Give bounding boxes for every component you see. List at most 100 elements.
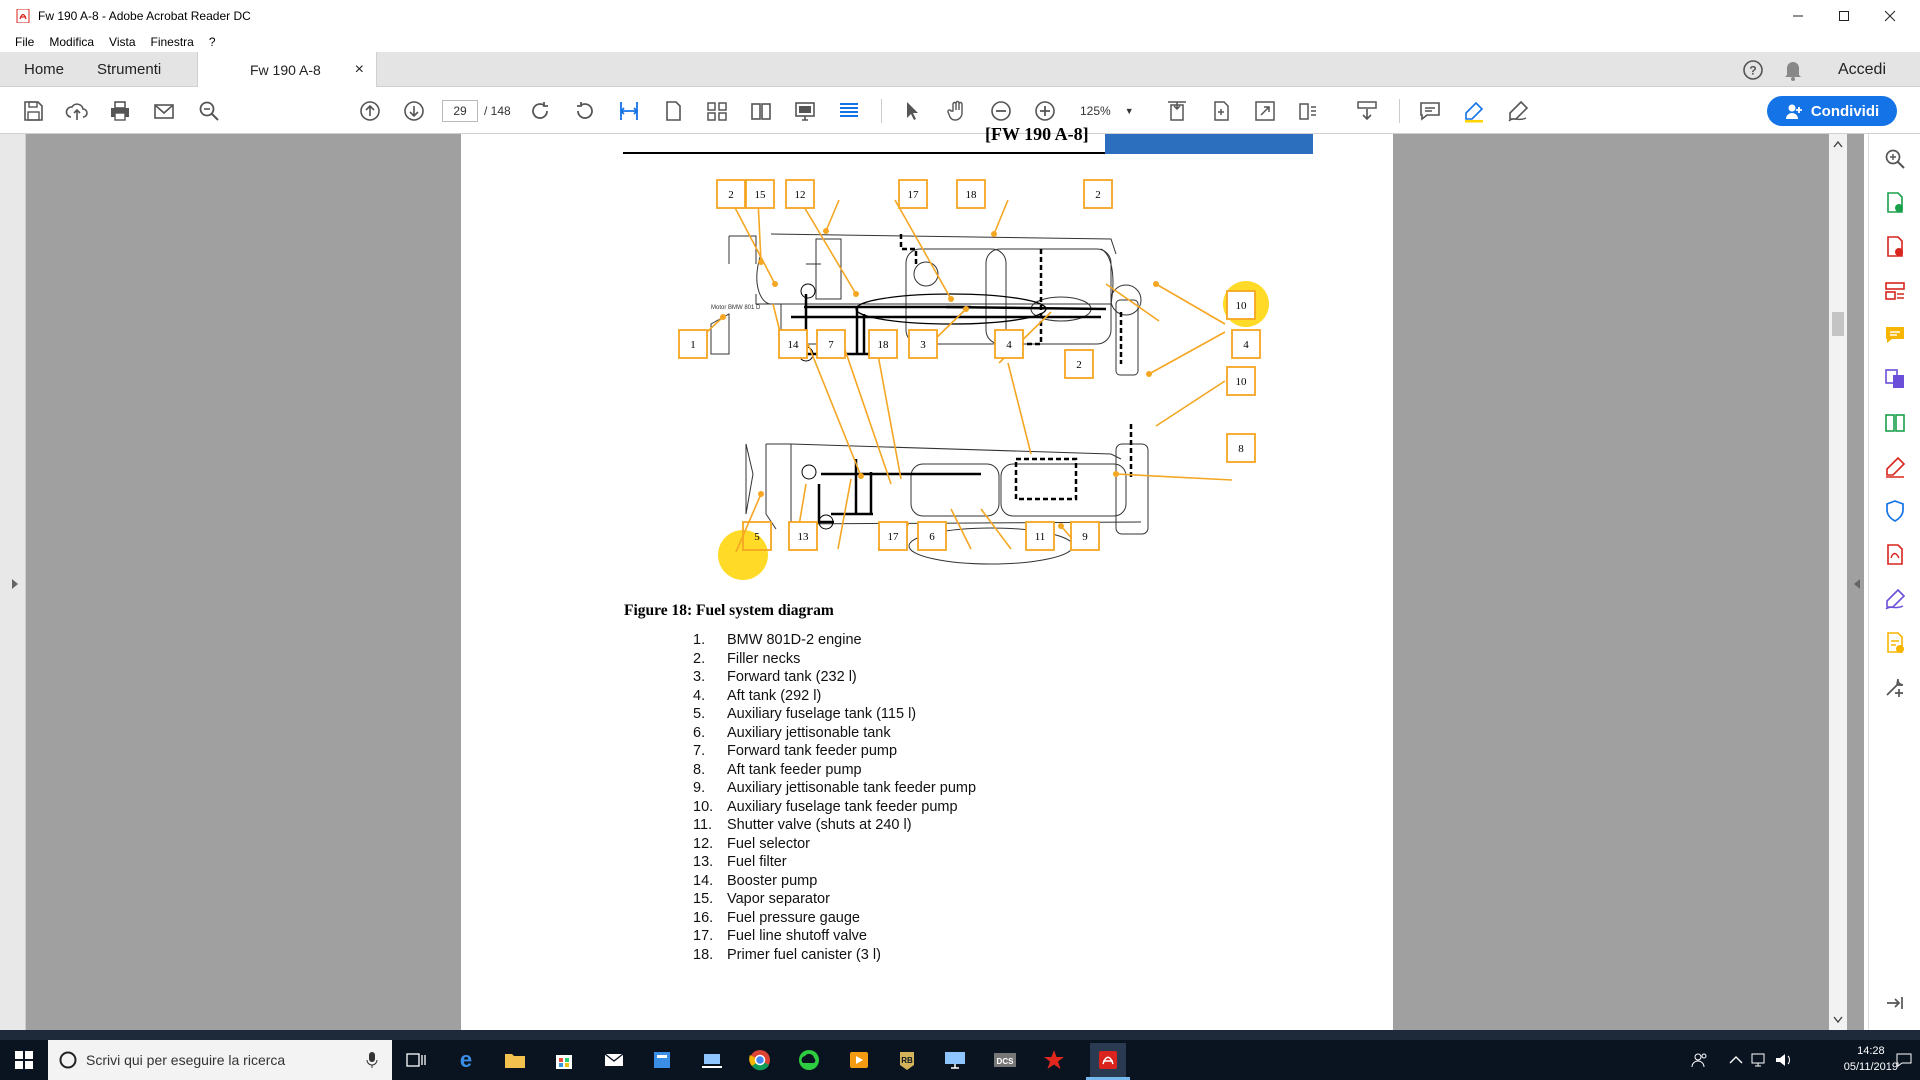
print-icon[interactable] <box>106 97 134 125</box>
cortana-circle-icon <box>59 1051 77 1069</box>
fit-page-icon[interactable] <box>1163 97 1191 125</box>
email-icon[interactable] <box>150 97 178 125</box>
game-app-icon[interactable]: RB <box>893 1046 921 1074</box>
list-item: 12. Fuel selector <box>693 835 811 852</box>
tab-document[interactable]: Fw 190 A-8 × <box>197 52 377 88</box>
notification-bell-icon[interactable] <box>1781 58 1805 82</box>
sign-in-link[interactable]: Accedi <box>1838 52 1886 87</box>
scrollbar-thumb[interactable] <box>1832 312 1844 336</box>
zoom-in-icon[interactable] <box>1031 97 1059 125</box>
two-page-view-icon[interactable] <box>747 97 775 125</box>
scroll-up-icon[interactable] <box>1833 140 1843 148</box>
tab-close-icon[interactable]: × <box>355 61 364 79</box>
close-window-button[interactable] <box>1862 0 1918 31</box>
store-icon[interactable] <box>550 1046 578 1074</box>
combine-files-icon[interactable] <box>1881 365 1909 393</box>
calculator-icon[interactable] <box>648 1046 676 1074</box>
zoom-out-icon[interactable] <box>987 97 1015 125</box>
vertical-scrollbar[interactable] <box>1829 134 1847 1030</box>
tab-home[interactable]: Home <box>24 52 64 87</box>
toolbar: 29 / 148 125% ▼ Condividi <box>0 87 1920 134</box>
left-panel-toggle-strip[interactable] <box>0 134 26 1030</box>
menu-bar: File Modifica Vista Finestra ? <box>0 31 1920 52</box>
reading-mode-icon[interactable] <box>835 97 863 125</box>
menu-vista[interactable]: Vista <box>109 35 135 49</box>
single-page-icon[interactable] <box>659 97 687 125</box>
page-number-input[interactable]: 29 <box>442 100 478 122</box>
share-button[interactable]: Condividi <box>1767 96 1897 126</box>
pdf-file-icon[interactable] <box>1881 541 1909 569</box>
find-zoom-icon[interactable] <box>195 97 223 125</box>
windows-start-icon[interactable] <box>10 1046 38 1074</box>
expand-left-panel-icon[interactable] <box>10 578 20 590</box>
notification-center-icon[interactable] <box>1890 1046 1918 1074</box>
presentation-icon[interactable] <box>791 97 819 125</box>
people-icon[interactable] <box>1686 1046 1714 1074</box>
hand-tool-icon[interactable] <box>943 97 971 125</box>
export-download-icon[interactable] <box>1353 97 1381 125</box>
taskbar-search-box[interactable]: Scrivi qui per eseguire la ricerca <box>48 1040 392 1080</box>
upload-cloud-icon[interactable] <box>63 97 91 125</box>
list-item: 5. Auxiliary fuselage tank (115 l) <box>693 706 917 722</box>
menu-finestra[interactable]: Finestra <box>151 35 194 49</box>
red-star-icon[interactable] <box>1040 1046 1068 1074</box>
comment-tool-icon[interactable] <box>1881 321 1909 349</box>
network-app-icon[interactable] <box>698 1046 726 1074</box>
next-page-icon[interactable] <box>400 97 428 125</box>
list-item: 14. Booster pump <box>693 872 818 889</box>
remote-desktop-icon[interactable] <box>941 1046 969 1074</box>
fill-sign-icon[interactable] <box>1881 453 1909 481</box>
list-item: 3. Forward tank (232 l) <box>693 669 857 685</box>
full-screen-icon[interactable] <box>1251 97 1279 125</box>
microphone-icon[interactable] <box>366 1051 378 1069</box>
more-tools-icon[interactable] <box>1881 673 1909 701</box>
edge-browser-icon[interactable]: e <box>452 1046 480 1074</box>
figure-legend-list: 1. BMW 801D-2 engine 2. Filler necks 3. For… <box>693 632 976 965</box>
create-pdf-icon[interactable] <box>1881 233 1909 261</box>
media-player-icon[interactable] <box>845 1046 873 1074</box>
add-user-icon <box>1785 104 1802 119</box>
marquee-zoom-icon[interactable] <box>1207 97 1235 125</box>
right-zoom-icon[interactable] <box>1881 145 1909 173</box>
comment-icon[interactable] <box>1416 97 1444 125</box>
list-item: 8. Aft tank feeder pump <box>693 761 862 778</box>
mail-icon[interactable] <box>600 1046 628 1074</box>
highlight-pen-icon[interactable] <box>1460 97 1488 125</box>
dcs-app-icon[interactable]: DCS <box>991 1046 1019 1074</box>
menu-modifica[interactable]: Modifica <box>49 35 94 49</box>
protect-shield-icon[interactable] <box>1881 497 1909 525</box>
svg-text:RB: RB <box>901 1056 913 1065</box>
previous-page-icon[interactable] <box>356 97 384 125</box>
save-icon[interactable] <box>19 97 47 125</box>
acrobat-taskbar-icon[interactable] <box>1090 1043 1126 1077</box>
menu-file[interactable]: File <box>15 35 34 49</box>
edit-pdf-icon[interactable] <box>1881 277 1909 305</box>
tab-tools[interactable]: Strumenti <box>97 52 161 87</box>
cloud-sync-icon[interactable] <box>795 1046 823 1074</box>
volume-icon[interactable] <box>1770 1046 1798 1074</box>
list-item: 7. Forward tank feeder pump <box>693 743 898 759</box>
scroll-down-icon[interactable] <box>1833 1016 1843 1024</box>
rotate-clockwise-icon[interactable] <box>526 97 554 125</box>
export-pdf-icon[interactable] <box>1881 189 1909 217</box>
scrolling-pages-icon[interactable] <box>703 97 731 125</box>
collapse-right-panel-icon[interactable] <box>1852 578 1862 590</box>
task-view-icon[interactable] <box>402 1046 430 1074</box>
rotate-counterclockwise-icon[interactable] <box>571 97 599 125</box>
send-for-signature-icon[interactable] <box>1881 585 1909 613</box>
fit-width-icon[interactable] <box>615 97 643 125</box>
select-cursor-icon[interactable] <box>898 97 926 125</box>
organize-pages-icon[interactable] <box>1881 409 1909 437</box>
send-review-icon[interactable] <box>1881 629 1909 657</box>
zoom-level-select[interactable]: 125% ▼ <box>1080 100 1150 122</box>
sign-pen-icon[interactable] <box>1504 97 1532 125</box>
chrome-icon[interactable] <box>746 1046 774 1074</box>
menu-help[interactable]: ? <box>209 35 216 49</box>
svg-text:Motor BMW 801 D: Motor BMW 801 D <box>711 305 761 311</box>
svg-text:2: 2 <box>1076 359 1082 371</box>
collapse-pane-icon[interactable] <box>1881 989 1909 1017</box>
svg-text:15: 15 <box>755 189 767 201</box>
page-layout-icon[interactable] <box>1295 97 1323 125</box>
file-explorer-icon[interactable] <box>501 1046 529 1074</box>
help-icon[interactable]: ? <box>1741 58 1765 82</box>
